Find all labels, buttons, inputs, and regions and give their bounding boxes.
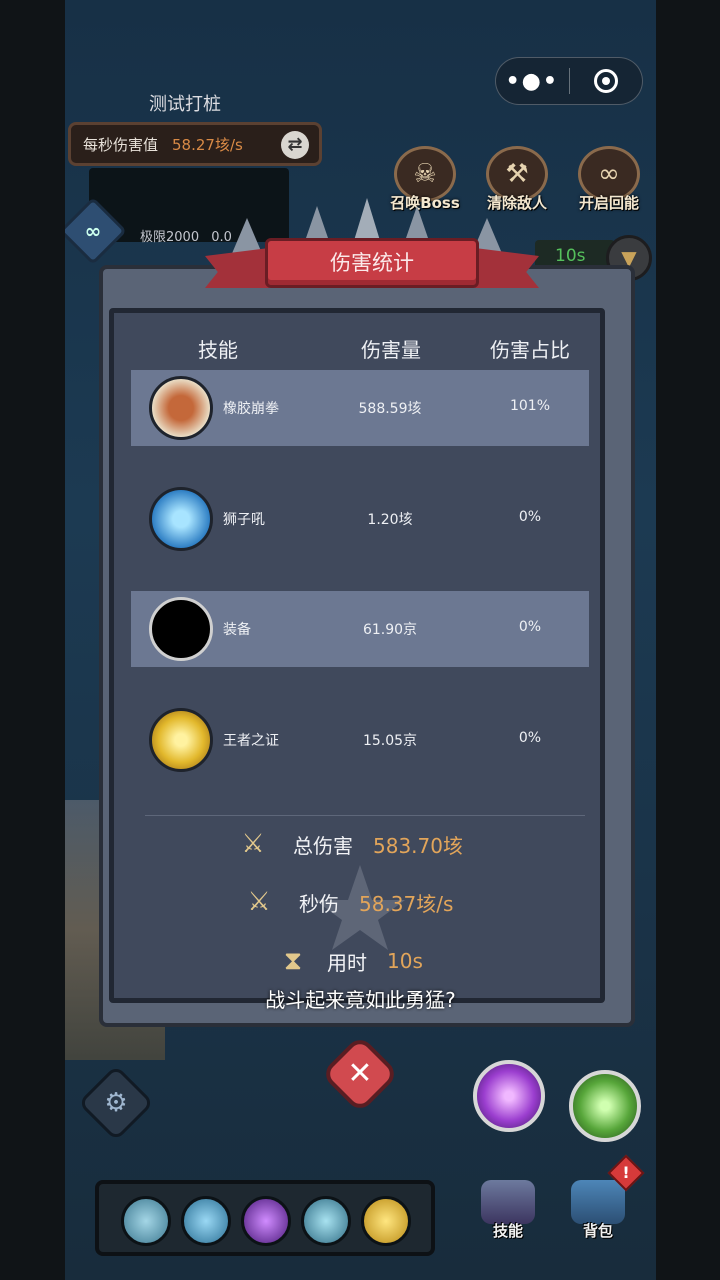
total-damage-line: ⚔ 总伤害 583.70垓: [235, 824, 463, 864]
table-row: 狮子吼 1.20垓 0%: [131, 481, 589, 557]
target-close-icon[interactable]: [570, 69, 643, 93]
crossed-swords-icon: ⚔: [241, 829, 265, 859]
skill-share: 101%: [509, 398, 551, 414]
skill-name: 王者之证: [223, 733, 279, 749]
bag-nav-button[interactable]: 背包: [563, 1180, 633, 1250]
table-row: 装备 61.90京 0%: [131, 591, 589, 667]
more-dots-icon[interactable]: •●•: [496, 69, 569, 94]
test-dummy-label: 测试打桩: [149, 94, 221, 115]
header-share: 伤害占比: [490, 338, 570, 362]
alert-mark: !: [622, 1163, 630, 1182]
skill-slot-lion-icon[interactable]: [181, 1196, 231, 1246]
right-letterbox: [656, 0, 720, 1280]
settings-button[interactable]: ⚙: [77, 1064, 155, 1142]
dps-bar: 每秒伤害值 58.27垓/s ⇄: [68, 122, 322, 166]
time-used-value: 10s: [387, 949, 423, 973]
refresh-icon[interactable]: ⇄: [281, 131, 309, 159]
skill-slot-dark-icon[interactable]: [241, 1196, 291, 1246]
total-damage-value: 583.70垓: [373, 833, 463, 858]
skill-share: 0%: [518, 619, 542, 635]
total-damage-label: 总伤害: [293, 833, 353, 858]
purple-skill-orb[interactable]: [473, 1060, 545, 1132]
hourglass-icon: ⧗: [283, 946, 303, 976]
rubber-fist-icon: [149, 376, 213, 440]
skill-name: 狮子吼: [223, 512, 265, 528]
energy-recover-label: 开启回能: [578, 194, 639, 212]
skill-name: 橡胶崩拳: [223, 401, 279, 417]
header-skill: 技能: [198, 338, 238, 362]
skill-damage: 61.90京: [362, 622, 418, 638]
time-used-line: ⧗ 用时 10s: [275, 941, 423, 981]
dps-summary-label: 秒伤: [299, 891, 339, 916]
time-used-label: 用时: [327, 950, 367, 975]
skill-damage: 15.05京: [362, 733, 418, 749]
close-icon: ✕: [347, 1056, 373, 1091]
energy-recover-button[interactable]: ∞ 开启回能: [571, 146, 647, 216]
skill-share: 0%: [518, 730, 542, 746]
skill-name: 装备: [223, 622, 251, 638]
equipment-icon: [149, 597, 213, 661]
skills-nav-button[interactable]: 技能: [473, 1180, 543, 1250]
left-letterbox: [0, 0, 65, 1280]
backpack-icon: [571, 1180, 625, 1224]
header-damage: 伤害量: [361, 338, 421, 362]
close-modal-button[interactable]: ✕: [320, 1034, 400, 1114]
table-row: 橡胶崩拳 588.59垓 101%: [131, 370, 589, 446]
miniapp-capsule: •●•: [495, 57, 643, 105]
table-row: 王者之证 15.05京 0%: [131, 702, 589, 778]
skill-share: 0%: [518, 509, 542, 525]
skill-damage: 588.59垓: [358, 401, 422, 417]
dps-value: 58.27垓/s: [172, 135, 243, 154]
king-proof-icon: [149, 708, 213, 772]
dps-label: 每秒伤害值: [83, 135, 159, 154]
lion-roar-icon: [149, 487, 213, 551]
green-skill-orb[interactable]: [569, 1070, 641, 1142]
skill-damage: 1.20垓: [367, 512, 413, 528]
video-subtitle: 战斗起来竟如此勇猛?: [265, 988, 456, 1012]
bag-nav-label: 背包: [582, 1222, 613, 1240]
dps-line: ⚔ 秒伤 58.37垓/s: [241, 882, 453, 922]
modal-title: 伤害统计: [265, 238, 479, 288]
skills-nav-label: 技能: [492, 1222, 523, 1240]
gear-icon: ⚙: [104, 1088, 128, 1118]
dps-summary-value: 58.37垓/s: [359, 891, 454, 916]
game-viewport: •●• 测试打桩 每秒伤害值 58.27垓/s ⇄ ∞ 极限2000 0.0 ☠…: [65, 0, 656, 1280]
crossed-swords-icon: ⚔: [247, 887, 271, 917]
summary-divider: [145, 815, 585, 816]
skill-slot-sword-icon[interactable]: [301, 1196, 351, 1246]
skill-slot-fist-icon[interactable]: [121, 1196, 171, 1246]
skill-slot-king-icon[interactable]: [361, 1196, 411, 1246]
skills-icon: [481, 1180, 535, 1224]
